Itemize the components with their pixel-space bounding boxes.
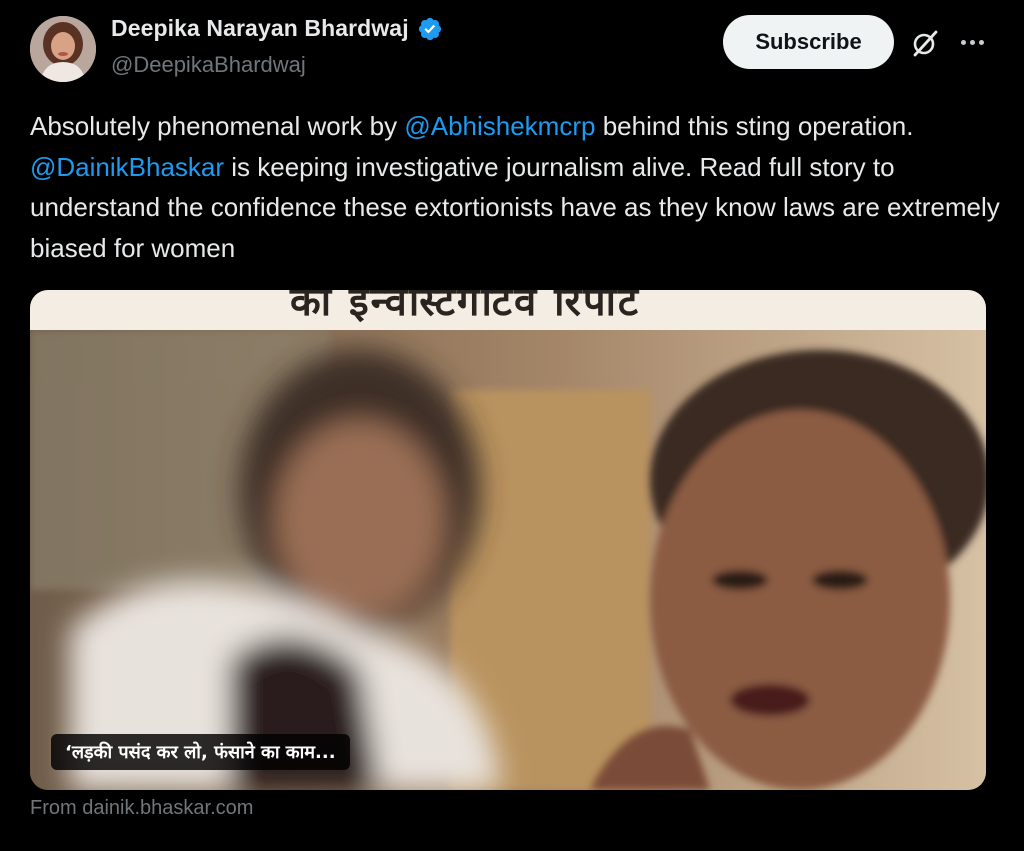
tweet-text-part: Absolutely phenomenal work by (30, 111, 405, 141)
subscribe-button[interactable]: Subscribe (723, 15, 894, 69)
author-name-row: Deepika Narayan Bhardwaj (111, 15, 443, 42)
media-header-strip: का इन्वेस्टिगेटिव रिपोर्ट (30, 290, 986, 330)
video-still-image (30, 330, 986, 790)
grok-icon[interactable] (908, 26, 942, 60)
tweet-text: Absolutely phenomenal work by @Abhishekm… (30, 106, 1000, 268)
dot-icon (978, 39, 984, 45)
media-header-text: का इन्वेस्टिगेटिव रिपोर्ट (290, 290, 641, 325)
tweet-text-part: behind this sting operation. (595, 111, 914, 141)
link-card-media[interactable]: का इन्वेस्टिगेटिव रिपोर्ट ‘लड़की पसंद कर… (30, 290, 986, 790)
media-caption: ‘लड़की पसंद कर लो, फंसाने का काम... (51, 734, 350, 770)
dot-icon (969, 39, 975, 45)
author-handle[interactable]: @DeepikaBhardwaj (111, 52, 306, 78)
link-card-source[interactable]: From dainik.bhaskar.com (30, 797, 253, 820)
author-display-name[interactable]: Deepika Narayan Bhardwaj (111, 15, 409, 42)
mention-link-abhishekmcrp[interactable]: @Abhishekmcrp (404, 111, 595, 141)
mention-link-dainikbhaskar[interactable]: @DainikBhaskar (30, 152, 224, 182)
avatar-image (30, 16, 96, 82)
verified-badge-icon (417, 16, 443, 42)
more-options-icon[interactable] (955, 30, 989, 54)
dot-icon (960, 39, 966, 45)
author-avatar[interactable] (30, 16, 96, 82)
